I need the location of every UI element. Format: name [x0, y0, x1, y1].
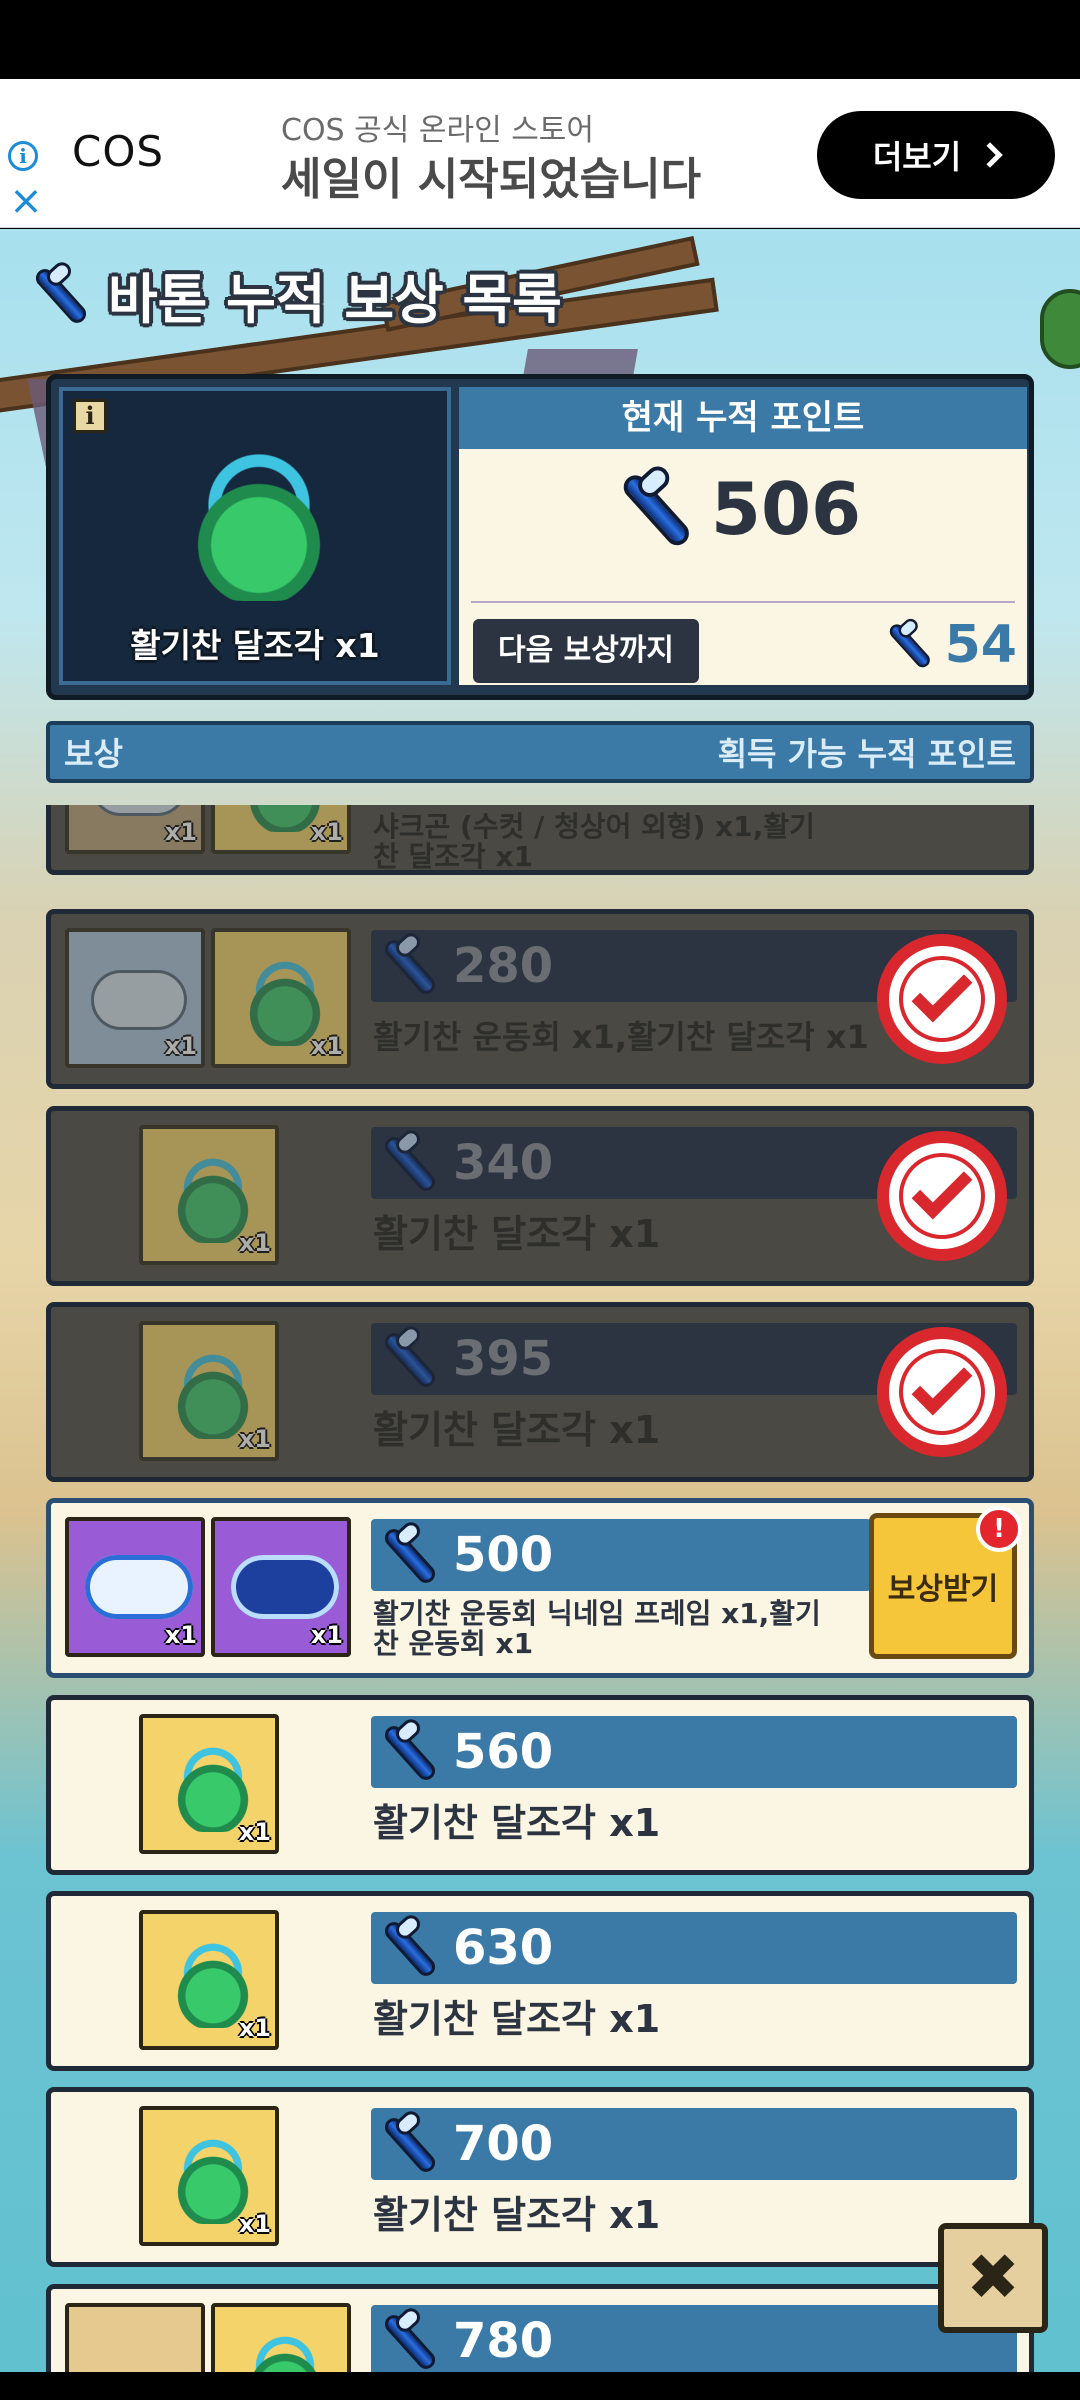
- reward-points: 780: [453, 2313, 554, 2369]
- reward-row: x1 x1 280 활기찬 운동회 x1,활기찬 달조각 x1: [46, 909, 1034, 1089]
- reward-points-bar: 560: [371, 1715, 1017, 1788]
- baton-icon: [379, 1322, 439, 1391]
- baton-icon: [379, 929, 439, 998]
- claimed-check-icon: [877, 1327, 1007, 1457]
- ad-banner[interactable]: i × COS COS 공식 온라인 스토어 세일이 시작되었습니다 더보기: [0, 79, 1080, 228]
- header-points: 획득 가능 누적 포인트: [717, 735, 1016, 773]
- baton-icon: [379, 1518, 439, 1587]
- sharkgon-icon: x1: [65, 805, 205, 854]
- baton-icon: [379, 2304, 439, 2372]
- nickname-frame-icon: x1: [65, 1517, 205, 1657]
- close-icon[interactable]: ×: [8, 181, 44, 221]
- featured-reward-image[interactable]: i 활기찬 달조각 x1: [59, 387, 451, 685]
- claimed-check-icon: [877, 934, 1007, 1064]
- info-badge-icon[interactable]: i: [73, 399, 107, 433]
- reward-row: x1 630 활기찬 달조각 x1: [46, 1891, 1034, 2071]
- potion-icon: [65, 2303, 205, 2372]
- reward-points-bar: 630: [371, 1911, 1017, 1984]
- moon-fragment-icon: x1: [139, 1910, 279, 2050]
- baton-icon: [379, 1126, 439, 1195]
- moon-fragment-icon: x1: [139, 1125, 279, 1265]
- baton-icon: [379, 1715, 439, 1784]
- moon-fragment-icon: x1: [139, 1714, 279, 1854]
- reward-name: 활기찬 달조각 x1: [373, 2193, 661, 2237]
- reward-name: 활기찬 달조각 x1: [373, 1408, 661, 1452]
- featured-reward-label: 활기찬 달조각 x1: [130, 626, 380, 665]
- reward-points: 500: [453, 1527, 554, 1583]
- page-title: 바톤 누적 보상 목록: [30, 255, 562, 334]
- next-points-value: 54: [944, 615, 1017, 675]
- reward-row: x1 560 활기찬 달조각 x1: [46, 1695, 1034, 1875]
- baton-icon: [30, 258, 90, 327]
- navigation-bar: [0, 2372, 1080, 2400]
- reward-row: x1 x1 샤크곤 (수컷 / 청상어 외형) x1,활기찬 달조각 x1: [46, 805, 1034, 875]
- reward-row: x1 340 활기찬 달조각 x1: [46, 1106, 1034, 1286]
- baton-icon: [885, 615, 933, 671]
- close-x-icon: ✖: [966, 2241, 1020, 2315]
- reward-points: 560: [453, 1724, 554, 1780]
- close-button[interactable]: ✖: [938, 2223, 1048, 2333]
- reward-name: 활기찬 달조각 x1: [373, 1801, 661, 1845]
- reward-points: 395: [453, 1331, 554, 1387]
- current-points-header: 현재 누적 포인트: [459, 387, 1027, 449]
- reward-name: 샤크곤 (수컷 / 청상어 외형) x1,활기찬 달조각 x1: [373, 810, 815, 873]
- reward-points: 280: [453, 938, 554, 994]
- ad-more-label: 더보기: [872, 138, 962, 176]
- ad-headline: 세일이 시작되었습니다: [281, 154, 702, 205]
- sports-day-icon: x1: [65, 928, 205, 1068]
- claim-reward-label: 보상받기: [887, 1572, 999, 1607]
- reward-row: x1 700 활기찬 달조각 x1: [46, 2087, 1034, 2267]
- divider: [471, 601, 1015, 603]
- sports-day-icon: x1: [211, 1517, 351, 1657]
- baton-icon: [379, 1911, 439, 1980]
- moon-fragment-icon: x1: [139, 1321, 279, 1461]
- reward-list[interactable]: x1 x1 샤크곤 (수컷 / 청상어 외형) x1,활기찬 달조각 x1 x1…: [0, 805, 1080, 2372]
- moon-fragment-icon: x1: [211, 928, 351, 1068]
- reward-name: 활기찬 달조각 x1: [373, 1997, 661, 2041]
- info-icon[interactable]: i: [8, 141, 38, 171]
- reward-points: 340: [453, 1135, 554, 1191]
- reward-list-header: 보상 획득 가능 누적 포인트: [46, 721, 1034, 783]
- alert-icon: !: [976, 1506, 1022, 1552]
- ad-brand: COS: [72, 127, 165, 176]
- claimed-check-icon: [877, 1131, 1007, 1261]
- next-reward-label: 다음 보상까지: [473, 619, 699, 683]
- status-bar: [0, 0, 1080, 79]
- claim-reward-button[interactable]: 보상받기 !: [869, 1506, 1022, 1659]
- ad-more-button[interactable]: 더보기: [817, 111, 1055, 199]
- reward-name: 활기찬 달조각 x1: [373, 1212, 661, 1256]
- page-title-text: 바톤 누적 보상 목록: [108, 268, 562, 331]
- header-reward: 보상: [64, 735, 123, 773]
- reward-points: 700: [453, 2116, 554, 2172]
- moon-fragment-icon: x1: [139, 2106, 279, 2246]
- reward-points: 630: [453, 1920, 554, 1976]
- next-reward-points: 54: [879, 615, 1017, 675]
- points-summary-panel: i 활기찬 달조각 x1 현재 누적 포인트 506 다음 보상까지 54: [46, 374, 1034, 700]
- chevron-right-icon: [977, 142, 1003, 168]
- moon-fragment-icon: x1: [211, 805, 351, 854]
- baton-icon: [379, 2107, 439, 2176]
- reward-points-bar: 700: [371, 2107, 1017, 2180]
- reward-points-bar: 780: [371, 2304, 1017, 2372]
- reward-row: x1 395 활기찬 달조각 x1: [46, 1302, 1034, 1482]
- reward-points-bar: 500: [371, 1518, 871, 1591]
- current-points-value: 506: [710, 467, 862, 551]
- reward-row-claimable: x1 x1 500 활기찬 운동회 닉네임 프레임 x1,활기찬 운동회 x1 …: [46, 1498, 1034, 1678]
- moon-fragment-icon: [159, 431, 359, 621]
- reward-row: 780: [46, 2284, 1034, 2372]
- reward-name: 활기찬 운동회 닉네임 프레임 x1,활기찬 운동회 x1: [373, 1597, 821, 1660]
- current-points: 506: [459, 449, 1027, 569]
- points-info: 현재 누적 포인트 506 다음 보상까지 54: [459, 387, 1027, 685]
- baton-icon: [616, 461, 694, 551]
- moon-fragment-icon: [211, 2303, 351, 2372]
- reward-name: 활기찬 운동회 x1,활기찬 달조각 x1: [373, 1018, 869, 1056]
- tree-leaves: [1040, 289, 1080, 369]
